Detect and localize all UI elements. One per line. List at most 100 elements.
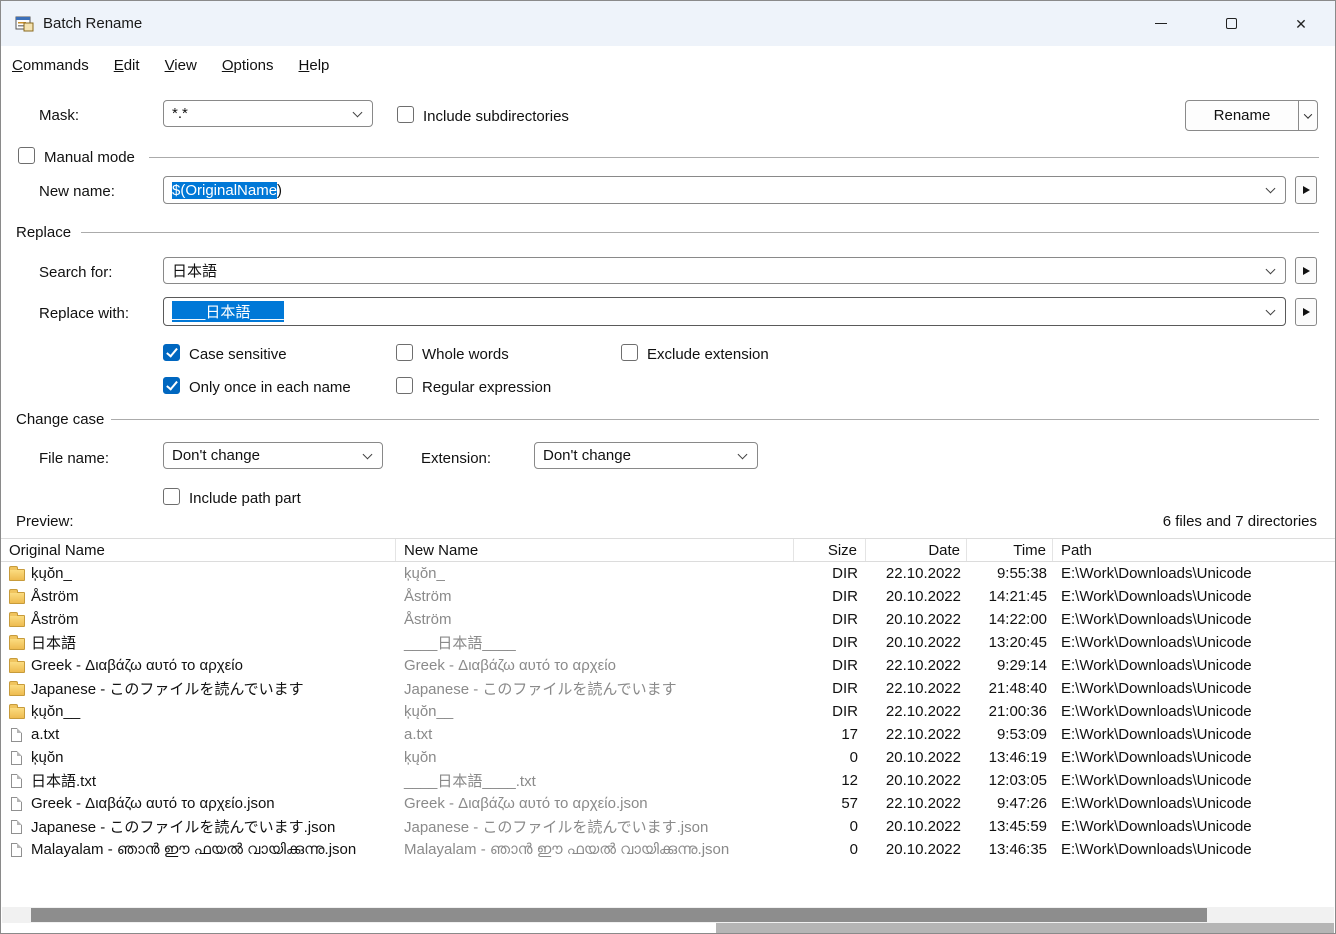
rename-button[interactable]: Rename (1186, 101, 1298, 130)
include-subdirectories-checkbox[interactable] (397, 106, 414, 123)
date-cell: 22.10.2022 (866, 657, 967, 674)
original-name-cell: Åström (31, 588, 79, 605)
new-name-cell: ķųŏn_ (396, 565, 794, 582)
table-header: Original Name New Name Size Date Time Pa… (1, 538, 1335, 562)
column-header-original-name[interactable]: Original Name (1, 539, 396, 561)
whole-words-checkbox[interactable] (396, 344, 413, 361)
case-sensitive-checkbox[interactable] (163, 344, 180, 361)
table-row[interactable]: 日本語.txt____日本語____.txt1220.10.202212:03:… (1, 769, 1335, 792)
exclude-extension-checkbox[interactable] (621, 344, 638, 361)
rename-split-button: Rename (1185, 100, 1318, 131)
date-cell: 20.10.2022 (866, 634, 967, 651)
replace-with-combobox[interactable]: ____日本語____ (163, 297, 1286, 326)
chevron-down-icon (738, 449, 748, 459)
new-name-combobox[interactable]: $(OriginalName) (163, 176, 1286, 204)
search-for-combobox[interactable]: 日本語 (163, 257, 1286, 284)
menu-help[interactable]: Help (290, 51, 339, 80)
column-header-time[interactable]: Time (967, 539, 1053, 561)
regular-expression-checkbox[interactable] (396, 377, 413, 394)
menu-commands[interactable]: Commands (3, 51, 98, 80)
time-cell: 13:46:19 (967, 749, 1053, 766)
path-cell: E:\Work\Downloads\Unicode (1053, 749, 1335, 766)
time-cell: 12:03:05 (967, 772, 1053, 789)
table-row[interactable]: Malayalam - ഞാൻ ഈ ഫയൽ വായിക്കുന്നു.jsonM… (1, 838, 1335, 861)
column-header-size[interactable]: Size (794, 539, 866, 561)
size-cell: DIR (794, 611, 866, 628)
app-icon (15, 14, 35, 34)
folder-icon (9, 661, 25, 673)
folder-icon (9, 684, 25, 696)
table-row[interactable]: Japanese - このファイルを読んでいますJapanese - このファイ… (1, 677, 1335, 700)
chevron-down-icon (1266, 264, 1276, 274)
case-sensitive-label: Case sensitive (189, 346, 287, 363)
column-header-date[interactable]: Date (866, 539, 967, 561)
rename-dropdown-button[interactable] (1298, 101, 1317, 130)
size-cell: DIR (794, 680, 866, 697)
path-cell: E:\Work\Downloads\Unicode (1053, 841, 1335, 858)
table-row[interactable]: ÅströmÅströmDIR20.10.202214:21:45E:\Work… (1, 585, 1335, 608)
file-icon (11, 797, 22, 811)
preview-table: Original Name New Name Size Date Time Pa… (1, 538, 1335, 861)
new-name-cell: ķųŏn__ (396, 703, 794, 720)
size-cell: DIR (794, 634, 866, 651)
menu-options[interactable]: Options (213, 51, 283, 80)
date-cell: 20.10.2022 (866, 841, 967, 858)
minimize-button[interactable] (1138, 1, 1184, 46)
date-cell: 20.10.2022 (866, 818, 967, 835)
chevron-down-icon (1266, 305, 1276, 315)
table-row[interactable]: a.txta.txt1722.10.20229:53:09E:\Work\Dow… (1, 723, 1335, 746)
path-cell: E:\Work\Downloads\Unicode (1053, 565, 1335, 582)
file-icon (11, 774, 22, 788)
new-name-label: New name: (39, 183, 115, 200)
date-cell: 22.10.2022 (866, 565, 967, 582)
menu-view[interactable]: View (156, 51, 206, 80)
file-icon (11, 843, 22, 857)
time-cell: 21:00:36 (967, 703, 1053, 720)
table-row[interactable]: ķųŏnķųŏn020.10.202213:46:19E:\Work\Downl… (1, 746, 1335, 769)
table-row[interactable]: ķųŏn__ķųŏn__DIR22.10.202221:00:36E:\Work… (1, 700, 1335, 723)
mask-combobox[interactable]: *.* (163, 100, 373, 127)
time-cell: 9:53:09 (967, 726, 1053, 743)
extension-case-combobox[interactable]: Don't change (534, 442, 758, 469)
include-path-part-label: Include path part (189, 490, 301, 507)
table-row[interactable]: Greek - Διαβάζω αυτό το αρχείοGreek - Δι… (1, 654, 1335, 677)
path-cell: E:\Work\Downloads\Unicode (1053, 818, 1335, 835)
manual-mode-checkbox[interactable] (18, 147, 35, 164)
date-cell: 22.10.2022 (866, 680, 967, 697)
original-name-cell: ķųŏn (31, 749, 64, 766)
date-cell: 20.10.2022 (866, 588, 967, 605)
file-name-case-combobox[interactable]: Don't change (163, 442, 383, 469)
path-cell: E:\Work\Downloads\Unicode (1053, 680, 1335, 697)
horizontal-scrollbar[interactable] (2, 907, 1334, 923)
only-once-checkbox[interactable] (163, 377, 180, 394)
file-name-label: File name: (39, 450, 109, 467)
arrow-right-icon (1303, 186, 1310, 194)
include-path-part-checkbox[interactable] (163, 488, 180, 505)
column-header-path[interactable]: Path (1053, 539, 1335, 561)
column-header-new-name[interactable]: New Name (396, 539, 794, 561)
search-for-label: Search for: (39, 264, 112, 281)
path-cell: E:\Work\Downloads\Unicode (1053, 703, 1335, 720)
extension-label: Extension: (421, 450, 491, 467)
table-row[interactable]: Greek - Διαβάζω αυτό το αρχείο.jsonGreek… (1, 792, 1335, 815)
close-button[interactable]: ✕ (1278, 1, 1324, 46)
search-for-history-button[interactable] (1295, 257, 1317, 284)
time-cell: 13:20:45 (967, 634, 1053, 651)
path-cell: E:\Work\Downloads\Unicode (1053, 588, 1335, 605)
new-name-cell: Japanese - このファイルを読んでいます (396, 678, 794, 699)
new-name-history-button[interactable] (1295, 176, 1317, 204)
time-cell: 14:21:45 (967, 588, 1053, 605)
table-row[interactable]: ķųŏn_ķųŏn_DIR22.10.20229:55:38E:\Work\Do… (1, 562, 1335, 585)
new-name-cell: ____日本語____ (396, 632, 794, 653)
path-cell: E:\Work\Downloads\Unicode (1053, 611, 1335, 628)
date-cell: 20.10.2022 (866, 611, 967, 628)
table-row[interactable]: ÅströmÅströmDIR20.10.202214:22:00E:\Work… (1, 608, 1335, 631)
time-cell: 9:55:38 (967, 565, 1053, 582)
replace-with-history-button[interactable] (1295, 298, 1317, 326)
table-row[interactable]: 日本語____日本語____DIR20.10.202213:20:45E:\Wo… (1, 631, 1335, 654)
maximize-button[interactable] (1208, 1, 1254, 46)
table-row[interactable]: Japanese - このファイルを読んでいます.jsonJapanese - … (1, 815, 1335, 838)
menu-edit[interactable]: Edit (105, 51, 149, 80)
scrollbar-thumb[interactable] (31, 908, 1207, 922)
new-name-cell: ____日本語____.txt (396, 770, 794, 791)
